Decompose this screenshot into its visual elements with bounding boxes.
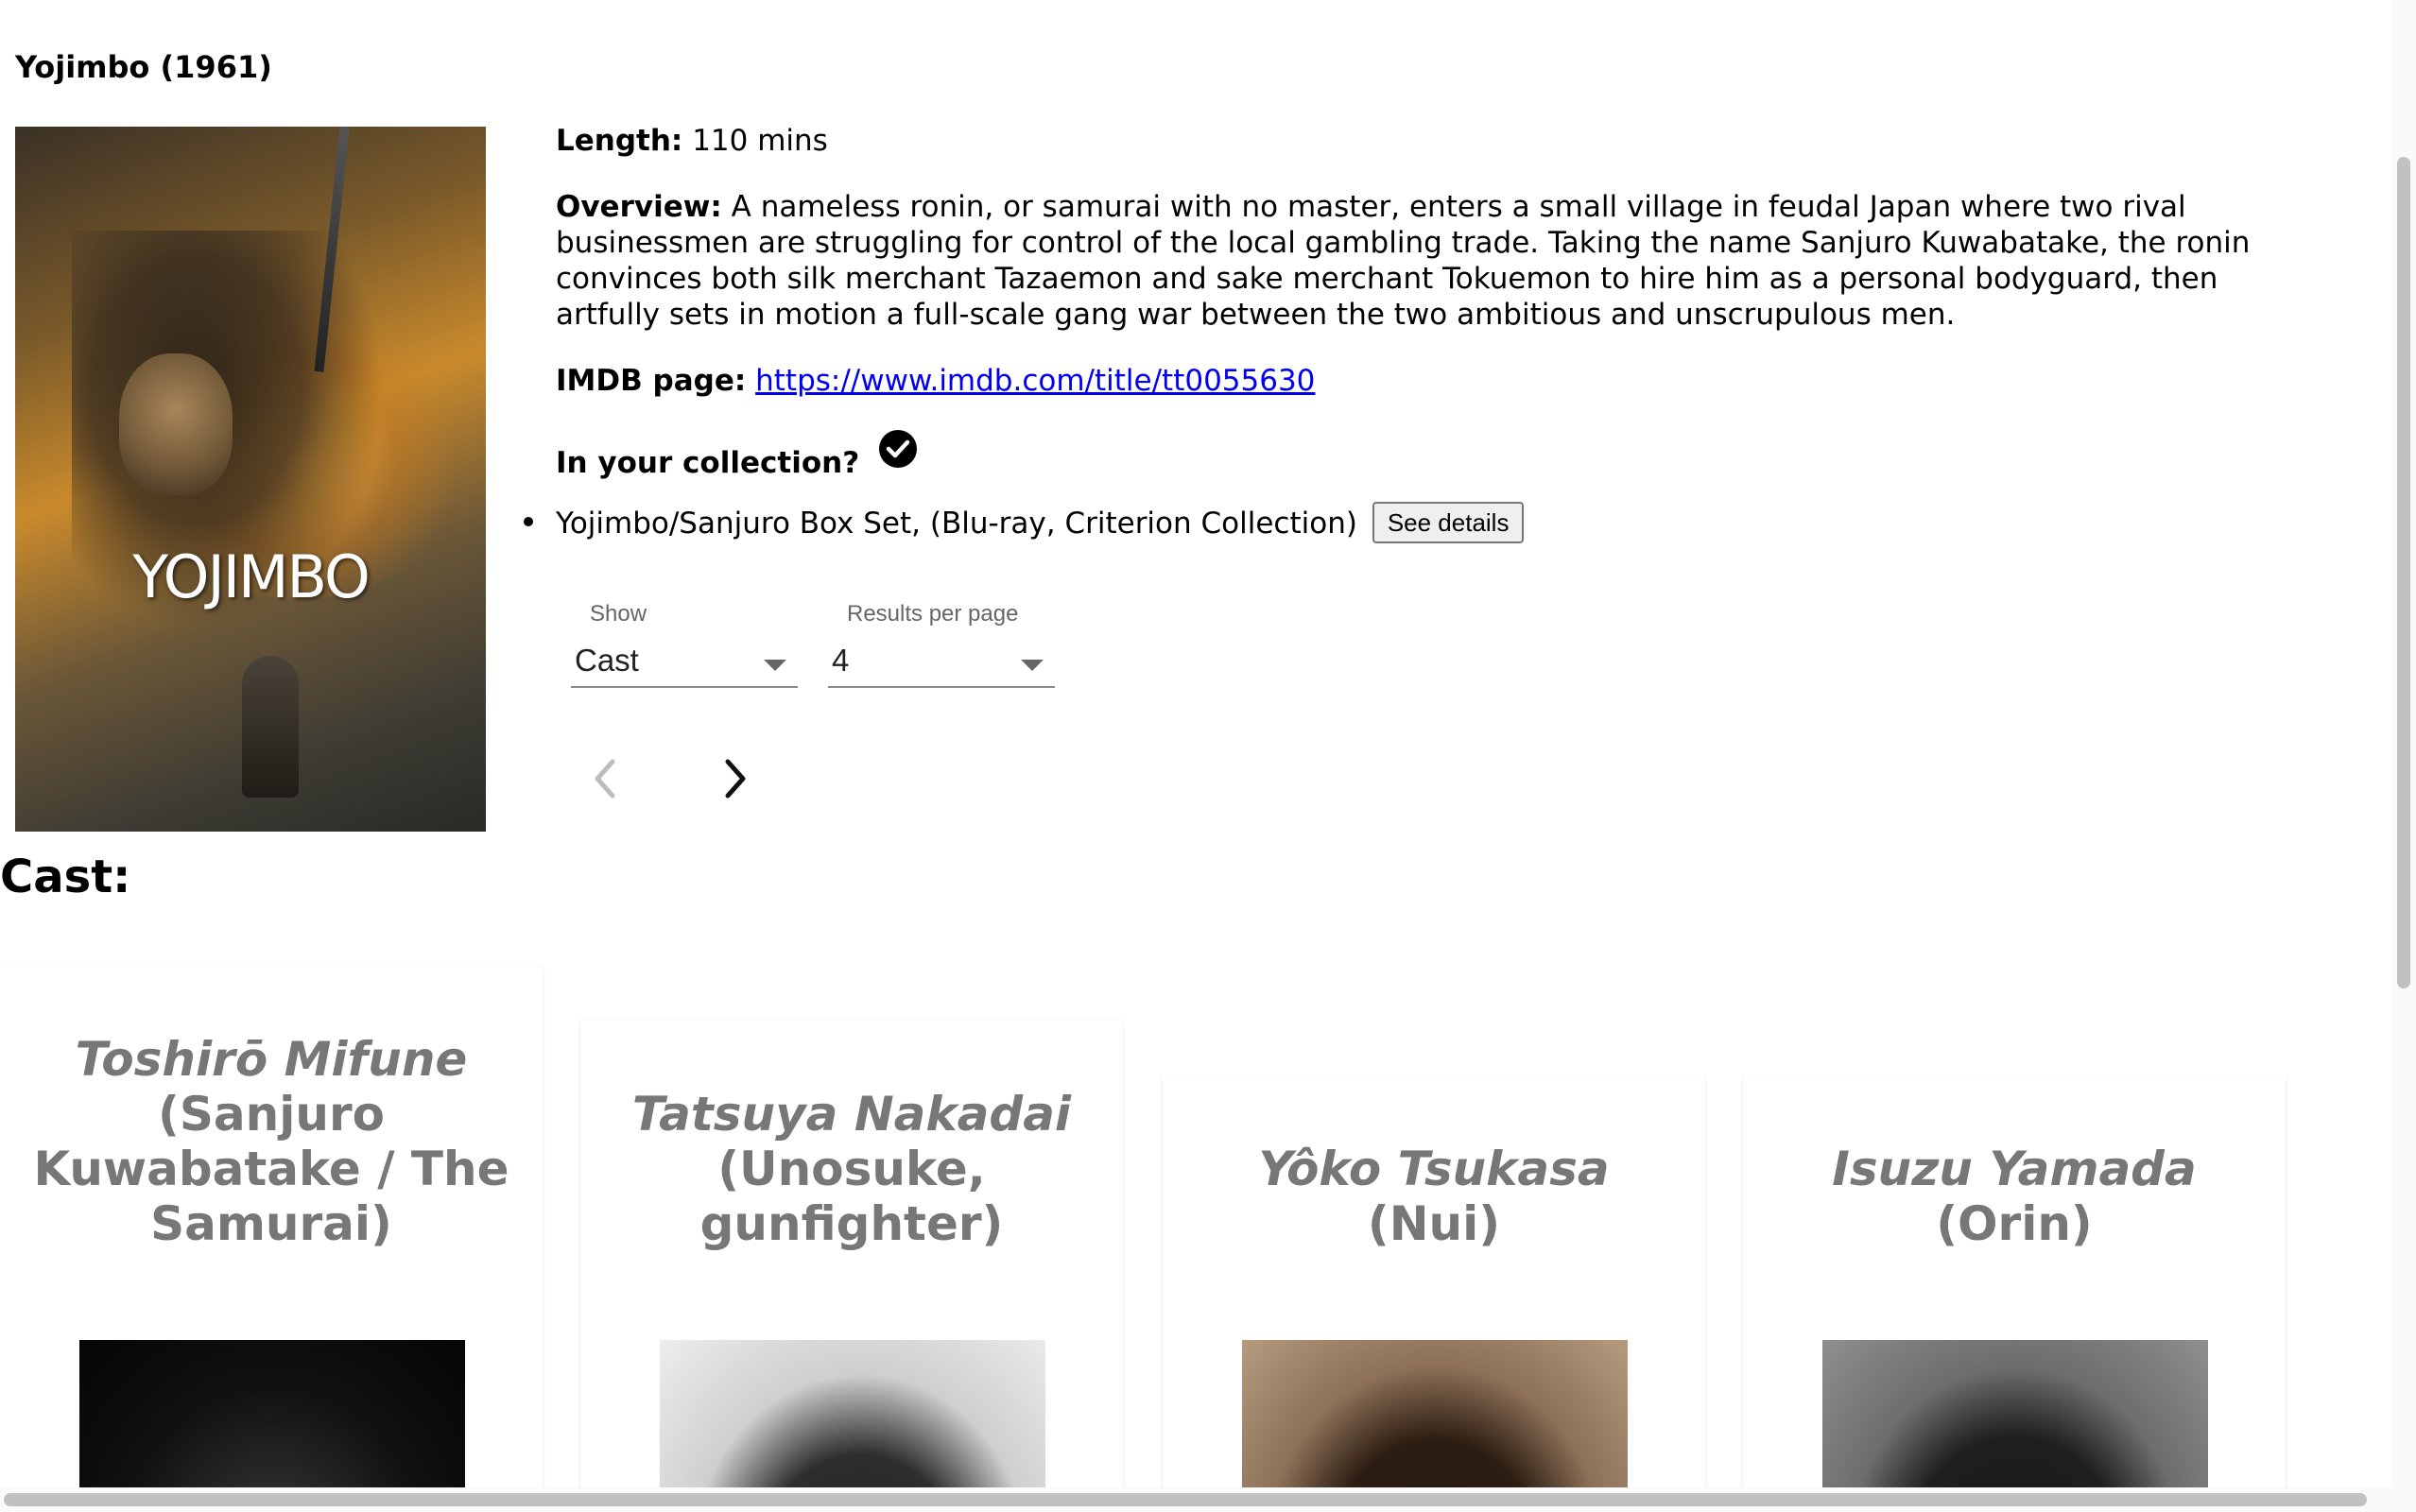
show-select[interactable]: Show Cast <box>571 601 798 688</box>
see-details-button[interactable]: See details <box>1372 502 1525 543</box>
show-select-label: Show <box>590 601 647 627</box>
cast-card[interactable]: Toshirō Mifune (Sanjuro Kuwabatake / The… <box>0 966 543 1512</box>
cast-card-name: Yôko Tsukasa (Nui) <box>1182 1142 1686 1251</box>
horizontal-scrollbar-thumb[interactable] <box>4 1493 2367 1506</box>
imdb-row: IMDB page: https://www.imdb.com/title/tt… <box>556 363 2286 399</box>
cast-photo <box>1242 1340 1628 1512</box>
cast-heading: Cast: <box>0 850 131 903</box>
cast-photo <box>79 1340 465 1512</box>
collection-label: In your collection? <box>556 446 860 480</box>
horizontal-scrollbar[interactable] <box>0 1487 2391 1512</box>
results-per-page-field[interactable]: 4 <box>828 639 1055 688</box>
length-row: Length: 110 mins <box>556 123 2286 159</box>
poster-title: YOJIMBO <box>132 542 371 611</box>
next-page-button[interactable] <box>711 752 758 805</box>
overview-label: Overview: <box>556 190 722 224</box>
show-select-value: Cast <box>575 643 639 678</box>
cast-card-name: Toshirō Mifune (Sanjuro Kuwabatake / The… <box>19 1032 524 1251</box>
movie-details: Length: 110 mins Overview: A nameless ro… <box>524 123 2286 543</box>
imdb-label: IMDB page: <box>556 364 747 398</box>
results-per-page-label: Results per page <box>847 601 1019 627</box>
vertical-scrollbar-thumb[interactable] <box>2397 157 2410 988</box>
cast-actor-name: Yôko Tsukasa <box>1258 1142 1610 1196</box>
poster-face <box>119 353 233 495</box>
collection-row: In your collection? <box>556 429 2286 481</box>
cast-photo <box>660 1340 1045 1512</box>
chevron-left-icon <box>595 759 615 799</box>
collection-item: Yojimbo/Sanjuro Box Set, (Blu-ray, Crite… <box>524 502 2286 543</box>
chevron-right-icon <box>725 759 746 799</box>
cast-actor-name: Toshirō Mifune <box>75 1032 468 1087</box>
cast-card-name: Isuzu Yamada (Orin) <box>1762 1142 2267 1251</box>
cast-card-name: Tatsuya Nakadai (Unosuke, gunfighter) <box>599 1087 1104 1251</box>
results-per-page-value: 4 <box>832 643 850 678</box>
overview-row: Overview: A nameless ronin, or samurai w… <box>556 189 2286 333</box>
movie-poster: YOJIMBO <box>15 127 486 832</box>
cast-role-name: (Unosuke, gunfighter) <box>699 1142 1004 1251</box>
vertical-scrollbar[interactable] <box>2391 0 2416 1512</box>
check-circle-icon <box>879 430 918 468</box>
cast-role-name: (Orin) <box>1936 1196 2093 1251</box>
results-per-page-select[interactable]: Results per page 4 <box>828 601 1055 688</box>
caret-down-icon <box>764 660 786 671</box>
cast-role-name: (Sanjuro Kuwabatake / The Samurai) <box>33 1087 509 1251</box>
length-value: 110 mins <box>692 124 828 158</box>
cast-actor-name: Isuzu Yamada <box>1832 1142 2197 1196</box>
cast-card[interactable]: Isuzu Yamada (Orin) <box>1743 1075 2286 1512</box>
caret-down-icon <box>1021 660 1044 671</box>
show-select-field[interactable]: Cast <box>571 639 798 688</box>
page: Yojimbo (1961) YOJIMBO Length: 110 mins … <box>0 0 2416 1512</box>
poster-small-figure <box>242 656 299 798</box>
length-label: Length: <box>556 124 683 158</box>
collection-list: Yojimbo/Sanjuro Box Set, (Blu-ray, Crite… <box>524 502 2286 543</box>
cast-photo <box>1822 1340 2208 1512</box>
imdb-link[interactable]: https://www.imdb.com/title/tt0055630 <box>755 364 1315 398</box>
previous-page-button[interactable] <box>582 752 630 805</box>
page-title: Yojimbo (1961) <box>15 49 272 85</box>
overview-text: A nameless ronin, or samurai with no mas… <box>556 190 2251 332</box>
cast-card[interactable]: Tatsuya Nakadai (Unosuke, gunfighter) <box>580 1021 1123 1512</box>
collection-item-text: Yojimbo/Sanjuro Box Set, (Blu-ray, Crite… <box>556 507 1357 541</box>
cast-card[interactable]: Yôko Tsukasa (Nui) <box>1163 1075 1705 1512</box>
cast-actor-name: Tatsuya Nakadai <box>631 1087 1072 1142</box>
cast-role-name: (Nui) <box>1367 1196 1501 1251</box>
